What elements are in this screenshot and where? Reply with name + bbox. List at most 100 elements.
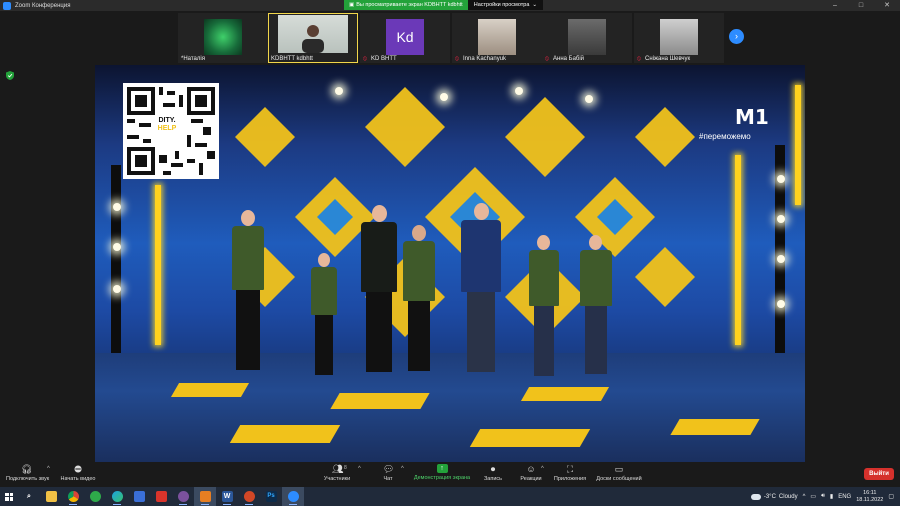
light-column	[111, 165, 121, 365]
participant-initials-avatar: Kd	[386, 19, 424, 55]
taskbar-chrome[interactable]	[62, 487, 84, 506]
participant-avatar	[478, 19, 516, 55]
clock[interactable]: 16:11 18.11.2022	[856, 490, 883, 504]
channel-logo: M1	[735, 105, 769, 129]
performer	[308, 253, 340, 381]
stage-light	[335, 87, 343, 95]
participants-button[interactable]: 👥︎ Участники	[320, 464, 354, 482]
taskbar-app[interactable]	[84, 487, 106, 506]
chat-button[interactable]: 💬︎ Чат	[376, 464, 400, 482]
search-icon: ⌕	[27, 493, 31, 500]
participant-video	[278, 15, 348, 53]
stage-light	[777, 215, 785, 223]
stage-floor	[95, 353, 805, 462]
notifications-icon[interactable]: ▢	[888, 493, 894, 500]
channel-hashtag: #переможемо	[699, 132, 751, 141]
app-icon	[133, 491, 145, 502]
taskbar-photoshop[interactable]: Ps	[260, 487, 282, 506]
next-page-arrow-icon[interactable]: ›	[729, 29, 744, 44]
reactions-options-caret[interactable]: ^	[541, 466, 544, 472]
chevron-down-icon: ⌄	[532, 2, 538, 8]
start-button[interactable]	[0, 487, 18, 506]
performer	[400, 225, 438, 377]
participant-avatar	[204, 19, 242, 55]
participant-name-row: KDBHTT kdbhtt	[271, 56, 313, 62]
participant-name: KD ВНТТ	[371, 56, 397, 62]
participant-tile[interactable]: Kd ⦸ KD ВНТТ	[360, 13, 450, 63]
presenter-silhouette-icon	[302, 25, 324, 53]
volume-icon[interactable]: 🔊︎	[821, 493, 825, 500]
performer	[577, 235, 615, 379]
whiteboards-button[interactable]: ▭ Доски сообщений	[594, 464, 644, 482]
participant-tile[interactable]: ⦸ Анна Бабій	[542, 13, 632, 63]
view-options-button[interactable]: Настройки просмотра ⌄	[467, 0, 544, 10]
powerpoint-icon	[243, 491, 255, 502]
record-icon: ⏺︎	[490, 464, 496, 474]
start-video-button[interactable]: ⛔︎ Начать видео	[58, 464, 98, 482]
join-audio-button[interactable]: 🎧︎ Подключить звук	[6, 464, 49, 482]
word-icon: W	[221, 491, 233, 502]
meeting-toolbar: 🎧︎ Подключить звук ^ ⛔︎ Начать видео 👥︎ …	[0, 462, 900, 487]
floor-tile	[670, 419, 760, 435]
stage-light	[113, 203, 121, 211]
performer	[527, 235, 561, 381]
participants-count: 8	[344, 465, 347, 471]
taskbar-app[interactable]	[194, 487, 216, 506]
taskbar-app[interactable]	[150, 487, 172, 506]
chat-icon: 💬︎	[383, 464, 395, 474]
zoom-logo-icon	[3, 1, 11, 10]
floor-tile	[469, 429, 591, 447]
mic-muted-icon: ⦸	[637, 56, 641, 62]
share-screen-button[interactable]: ↑ Демонстрация экрана	[412, 464, 472, 481]
encryption-shield-icon[interactable]	[6, 71, 14, 80]
led-bar	[735, 155, 741, 345]
close-button[interactable]: ✕	[874, 0, 900, 11]
show-hidden-icons-icon[interactable]: ^	[803, 494, 806, 500]
participant-tile[interactable]: ⦸ Inna Kachanyuk	[452, 13, 542, 63]
mic-muted-icon: ⦸	[363, 56, 367, 62]
video-off-icon: ⛔︎	[74, 464, 82, 474]
start-video-label: Начать видео	[60, 476, 96, 482]
taskbar-zoom[interactable]	[282, 487, 304, 506]
participant-avatar	[660, 19, 698, 55]
participant-tile-active[interactable]: KDBHTT kdbhtt	[268, 13, 358, 63]
share-banner: ▣ Вы просматриваете экран KDBHTT kdbhtt …	[344, 0, 544, 10]
stage-light	[777, 300, 785, 308]
performer	[457, 203, 505, 379]
participants-options-caret[interactable]: ^	[358, 466, 361, 472]
participant-name-row: *Наталія	[181, 56, 205, 62]
taskbar-file-explorer[interactable]	[40, 487, 62, 506]
floor-tile	[170, 383, 250, 397]
chat-options-caret[interactable]: ^	[401, 466, 404, 472]
apps-button[interactable]: ⛶ Приложения	[552, 464, 588, 482]
participant-strip: *Наталія KDBHTT kdbhtt Kd ⦸ KD ВНТТ ⦸ In…	[0, 11, 900, 65]
minimize-button[interactable]: –	[822, 0, 848, 11]
leave-button[interactable]: Выйти	[864, 468, 894, 480]
shared-video-frame: DITY. HELP M1 #переможемо	[95, 65, 805, 462]
keyboard-language[interactable]: ENG	[838, 494, 851, 500]
battery-icon[interactable]: ▮	[830, 493, 833, 500]
share-screen-icon: ↑	[436, 464, 448, 473]
taskbar-search[interactable]: ⌕	[18, 487, 40, 506]
taskbar-edge[interactable]	[106, 487, 128, 506]
audio-options-caret[interactable]: ^	[47, 466, 50, 472]
participant-avatar	[568, 19, 606, 55]
floor-tile	[330, 393, 430, 409]
weather-widget[interactable]: -3°C Cloudy	[750, 493, 798, 500]
taskbar-app[interactable]	[128, 487, 150, 506]
record-button[interactable]: ⏺︎ Запись	[480, 464, 506, 482]
floor-tile	[229, 425, 341, 443]
network-icon[interactable]: ▭	[810, 493, 816, 500]
stage-light	[113, 243, 121, 251]
maximize-button[interactable]: □	[848, 0, 874, 11]
apps-label: Приложения	[553, 476, 587, 482]
taskbar-viber[interactable]	[172, 487, 194, 506]
taskbar-word[interactable]: W	[216, 487, 238, 506]
photoshop-icon: Ps	[265, 491, 277, 502]
participant-tile[interactable]: ⦸ Сніжана Шевчук	[634, 13, 724, 63]
participant-tile[interactable]: *Наталія	[178, 13, 268, 63]
windows-taskbar: ⌕ W Ps -3°C Cloudy ^ ▭ 🔊︎ ▮ ENG 16:11 18…	[0, 487, 900, 506]
taskbar-powerpoint[interactable]	[238, 487, 260, 506]
participant-name: *Наталія	[181, 56, 205, 62]
screen-share-icon: ▣	[349, 2, 355, 8]
